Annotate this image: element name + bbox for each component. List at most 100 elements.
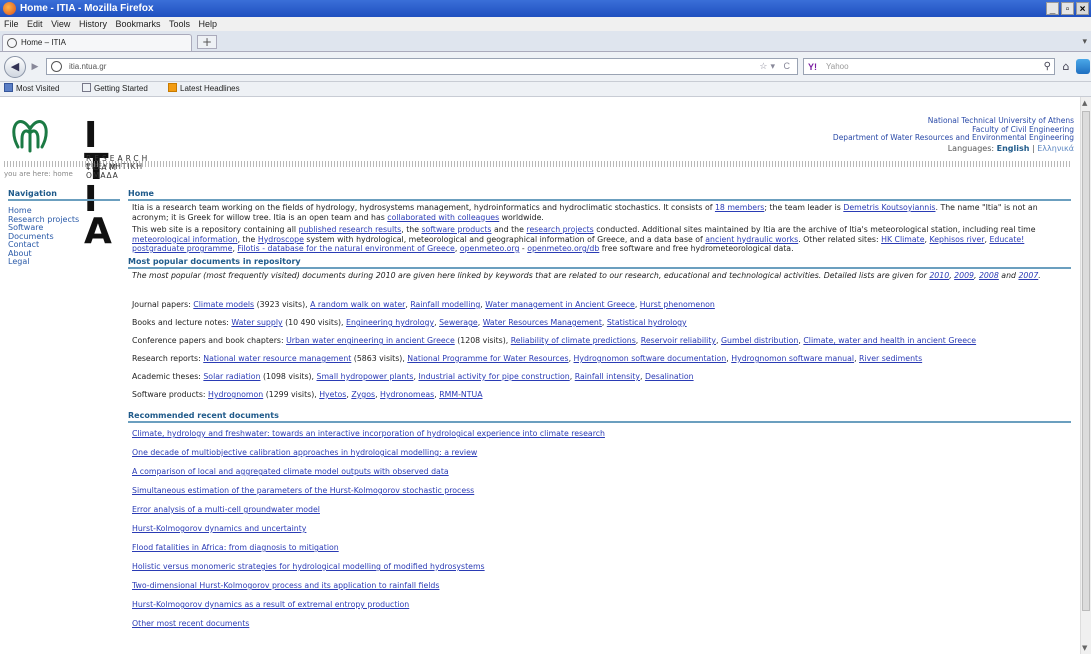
lang-english[interactable]: English [997, 144, 1030, 153]
addon-icon[interactable] [1076, 59, 1090, 74]
menu-view[interactable]: View [51, 17, 70, 31]
menu-history[interactable]: History [79, 17, 107, 31]
search-icon[interactable]: ⚲ [1044, 59, 1051, 74]
new-tab-button[interactable]: + [197, 35, 217, 49]
inline-link[interactable]: published research results [299, 225, 402, 234]
inline-link[interactable]: Urban water engineering in ancient Greec… [286, 336, 455, 345]
url-bar[interactable]: itia.ntua.gr ☆▾ C [46, 58, 798, 75]
inline-link[interactable]: Filotis - database for the natural envir… [237, 244, 454, 253]
recent-doc-link[interactable]: Simultaneous estimation of the parameter… [132, 486, 474, 495]
url-bar-actions[interactable]: ☆▾ C [759, 59, 793, 74]
inline-link[interactable]: Hydronomeas [380, 390, 434, 399]
menu-bar: File Edit View History Bookmarks Tools H… [0, 17, 1091, 31]
inline-link[interactable]: 2007 [1018, 271, 1038, 280]
paragraph-text: (10 490 visits), [282, 318, 347, 327]
inline-link[interactable]: Hydrognomon [208, 390, 263, 399]
department-link[interactable]: Department of Water Resources and Enviro… [833, 134, 1074, 143]
inline-link[interactable]: Hydroscope [258, 235, 304, 244]
inline-link[interactable]: software products [421, 225, 491, 234]
inline-link[interactable]: 2010 [929, 271, 949, 280]
bookmark-getting-started[interactable]: Getting Started [82, 82, 148, 96]
inline-link[interactable]: collaborated with colleagues [387, 213, 499, 222]
inline-link[interactable]: Demetris Koutsoyiannis [843, 203, 935, 212]
back-button[interactable]: ◀ [4, 56, 26, 78]
inline-link[interactable]: Industrial activity for pipe constructio… [418, 372, 569, 381]
recent-doc-link[interactable]: Two-dimensional Hurst-Kolmogorov process… [132, 581, 439, 590]
inline-link[interactable]: Reservoir reliability [641, 336, 716, 345]
inline-link[interactable]: Climate, water and health in ancient Gre… [803, 336, 976, 345]
bookmark-latest-headlines[interactable]: Latest Headlines [168, 82, 240, 96]
forward-button[interactable]: ▶ [27, 60, 43, 74]
menu-tools[interactable]: Tools [169, 17, 190, 31]
inline-link[interactable]: A random walk on water [310, 300, 405, 309]
lang-greek[interactable]: Ελληνικά [1037, 144, 1074, 153]
minimize-icon[interactable]: _ [1046, 2, 1059, 15]
inline-link[interactable]: HK Climate [881, 235, 924, 244]
scroll-up-icon[interactable]: ▲ [1082, 99, 1087, 107]
inline-link[interactable]: River sediments [859, 354, 922, 363]
inline-link[interactable]: 18 members [715, 203, 764, 212]
inline-link[interactable]: RMM-NTUA [439, 390, 482, 399]
site-identity-icon[interactable] [51, 61, 62, 72]
menu-edit[interactable]: Edit [27, 17, 43, 31]
tab-home-itia[interactable]: Home – ITIA [2, 34, 192, 51]
inline-link[interactable]: Gumbel distribution [721, 336, 798, 345]
recent-doc-link[interactable]: Holistic versus monomeric strategies for… [132, 562, 485, 571]
popular-section: Most popular documents in repository The… [128, 257, 1071, 399]
inline-link[interactable]: Hydrognomon software manual [731, 354, 854, 363]
recent-heading: Recommended recent documents [128, 411, 1071, 423]
scrollbar-thumb[interactable] [1082, 111, 1090, 611]
other-recent-docs-link[interactable]: Other most recent documents [132, 619, 249, 628]
inline-link[interactable]: Hyetos [319, 390, 346, 399]
inline-link[interactable]: Reliability of climate predictions [511, 336, 636, 345]
inline-link[interactable]: Rainfall modelling [410, 300, 480, 309]
inline-link[interactable]: Hydrognomon software documentation [574, 354, 727, 363]
tab-list-icon[interactable]: ▾ [1082, 37, 1087, 47]
inline-link[interactable]: Sewerage [439, 318, 478, 327]
inline-link[interactable]: meteorological information [132, 235, 238, 244]
yahoo-icon[interactable]: Y! [808, 60, 817, 75]
close-icon[interactable]: × [1076, 2, 1089, 15]
inline-link[interactable]: ancient hydraulic works [705, 235, 798, 244]
site-favicon-icon [7, 38, 17, 48]
search-input[interactable]: Y! Yahoo ⚲ [803, 58, 1055, 75]
inline-link[interactable]: Hurst phenomenon [640, 300, 715, 309]
inline-link[interactable]: openmeteo.org [460, 244, 520, 253]
inline-link[interactable]: Water supply [231, 318, 282, 327]
recent-doc-link[interactable]: Flood fatalities in Africa: from diagnos… [132, 543, 339, 552]
recent-doc-link[interactable]: Hurst-Kolmogorov dynamics as a result of… [132, 600, 409, 609]
recent-doc-link[interactable]: One decade of multiobjective calibration… [132, 448, 477, 457]
home-icon[interactable]: ⌂ [1059, 58, 1073, 75]
inline-link[interactable]: 2008 [979, 271, 999, 280]
paragraph-text: free software and free hydrometeorologic… [599, 244, 794, 253]
bookmark-most-visited[interactable]: Most Visited [4, 82, 59, 96]
inline-link[interactable]: 2009 [954, 271, 974, 280]
menu-file[interactable]: File [4, 17, 19, 31]
menu-bookmarks[interactable]: Bookmarks [115, 17, 160, 31]
inline-link[interactable]: National Programme for Water Resources [407, 354, 568, 363]
inline-link[interactable]: Climate models [193, 300, 254, 309]
inline-link[interactable]: Water Resources Management [483, 318, 602, 327]
inline-link[interactable]: Small hydropower plants [317, 372, 414, 381]
inline-link[interactable]: Engineering hydrology [346, 318, 434, 327]
recent-doc-link[interactable]: Climate, hydrology and freshwater: towar… [132, 429, 605, 438]
recent-doc-link[interactable]: Error analysis of a multi-cell groundwat… [132, 505, 320, 514]
intro-paragraph-1: Itia is a research team working on the f… [132, 203, 1067, 222]
maximize-icon[interactable]: ▫ [1061, 2, 1074, 15]
inline-link[interactable]: openmeteo.org/db [527, 244, 599, 253]
inline-link[interactable]: Desalination [645, 372, 694, 381]
inline-link[interactable]: Solar radiation [203, 372, 260, 381]
inline-link[interactable]: Zygos [351, 390, 375, 399]
inline-link[interactable]: Statistical hydrology [607, 318, 687, 327]
scroll-down-icon[interactable]: ▼ [1082, 644, 1087, 652]
nav-legal[interactable]: Legal [8, 257, 120, 267]
menu-help[interactable]: Help [199, 17, 218, 31]
inline-link[interactable]: Water management in Ancient Greece [485, 300, 635, 309]
inline-link[interactable]: Kephisos river [930, 235, 985, 244]
inline-link[interactable]: research projects [526, 225, 593, 234]
recent-doc-link[interactable]: A comparison of local and aggregated cli… [132, 467, 449, 476]
page-scrollbar[interactable]: ▲ ▼ [1080, 97, 1091, 654]
inline-link[interactable]: National water resource management [203, 354, 351, 363]
recent-doc-link[interactable]: Hurst-Kolmogorov dynamics and uncertaint… [132, 524, 306, 533]
inline-link[interactable]: Rainfall intensity [575, 372, 640, 381]
